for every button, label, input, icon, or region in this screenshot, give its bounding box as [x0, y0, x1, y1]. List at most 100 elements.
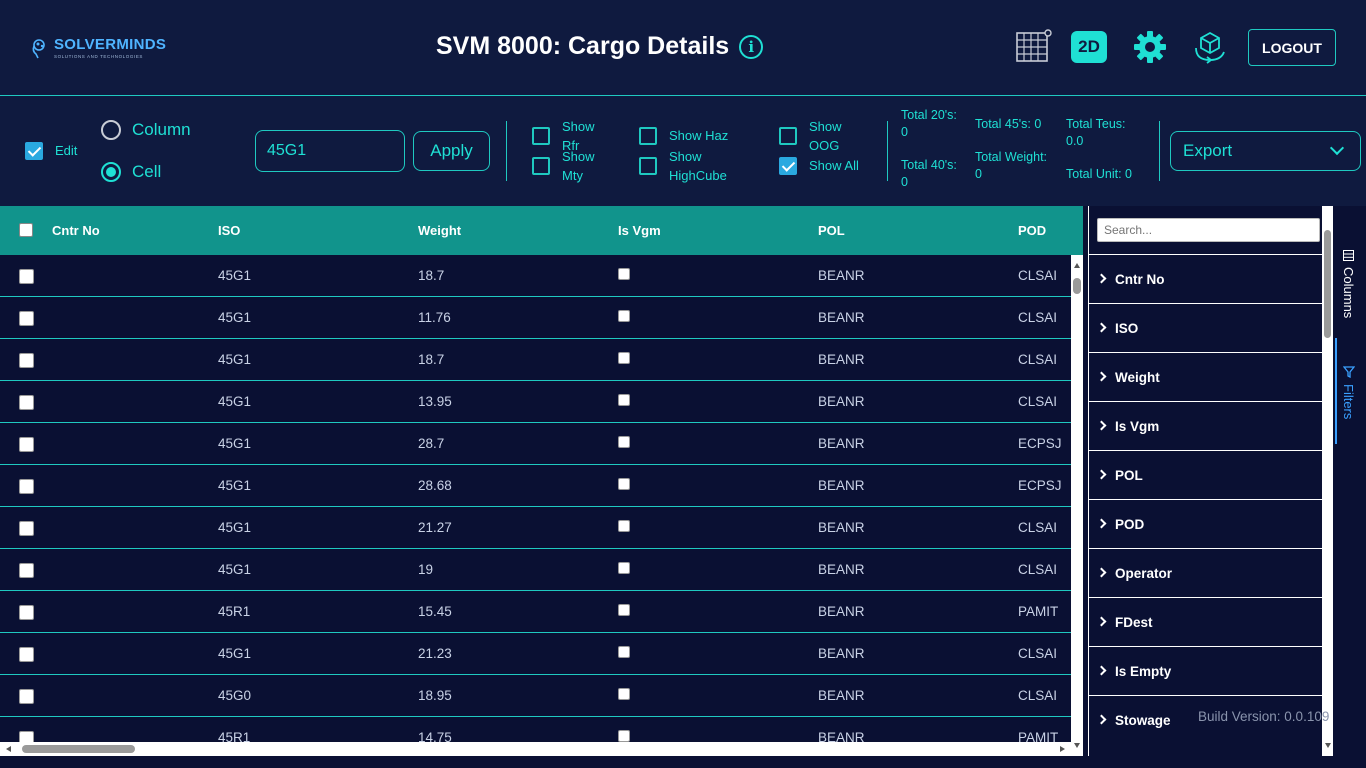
cell-pol[interactable]: BEANR	[818, 268, 865, 283]
filter-item[interactable]: Weight	[1089, 352, 1323, 401]
scroll-left-icon[interactable]	[6, 746, 11, 752]
table-row[interactable]: 45G1 11.76 BEANR CLSAI	[0, 297, 1071, 339]
row-select-checkbox[interactable]	[19, 605, 34, 620]
cell-weight[interactable]: 15.45	[418, 604, 452, 619]
cell-is-vgm-checkbox[interactable]	[618, 310, 630, 322]
row-select-checkbox[interactable]	[19, 395, 34, 410]
cell-weight[interactable]: 21.23	[418, 646, 452, 661]
filter-item[interactable]: Cntr No	[1089, 254, 1323, 303]
cell-weight[interactable]: 18.95	[418, 688, 452, 703]
cell-pod[interactable]: CLSAI	[1018, 268, 1057, 283]
row-select-checkbox[interactable]	[19, 269, 34, 284]
table-row[interactable]: 45G1 28.7 BEANR ECPSJ	[0, 423, 1071, 465]
grid-horizontal-scrollbar[interactable]	[0, 742, 1071, 756]
table-row[interactable]: 45G1 28.68 BEANR ECPSJ	[0, 465, 1071, 507]
cell-pod[interactable]: CLSAI	[1018, 394, 1057, 409]
row-select-checkbox[interactable]	[19, 353, 34, 368]
table-row[interactable]: 45G0 18.95 BEANR CLSAI	[0, 675, 1071, 717]
cell-weight[interactable]: 28.68	[418, 478, 452, 493]
cell-pod[interactable]: CLSAI	[1018, 646, 1057, 661]
cell-is-vgm-checkbox[interactable]	[618, 520, 630, 532]
cell-pol[interactable]: BEANR	[818, 310, 865, 325]
cell-weight[interactable]: 11.76	[418, 310, 451, 325]
scroll-thumb[interactable]	[1324, 230, 1331, 338]
grid-vertical-scrollbar[interactable]	[1071, 255, 1083, 756]
logout-button[interactable]: LOGOUT	[1248, 29, 1336, 66]
show-all-checkbox[interactable]	[779, 157, 797, 175]
table-row[interactable]: 45G1 18.7 BEANR CLSAI	[0, 255, 1071, 297]
cell-pol[interactable]: BEANR	[818, 604, 865, 619]
cell-is-vgm-checkbox[interactable]	[618, 352, 630, 364]
tab-columns[interactable]: Columns	[1341, 250, 1356, 318]
cell-is-vgm-checkbox[interactable]	[618, 730, 630, 742]
cell-pol[interactable]: BEANR	[818, 562, 865, 577]
table-row[interactable]: 45G1 21.27 BEANR CLSAI	[0, 507, 1071, 549]
filter-item[interactable]: Is Empty	[1089, 646, 1323, 695]
cell-pol[interactable]: BEANR	[818, 352, 865, 367]
scroll-thumb[interactable]	[1073, 278, 1081, 294]
table-row[interactable]: 45G1 13.95 BEANR CLSAI	[0, 381, 1071, 423]
cell-iso[interactable]: 45G1	[218, 352, 251, 367]
table-row[interactable]: 45G1 19 BEANR CLSAI	[0, 549, 1071, 591]
show-highcube-checkbox[interactable]	[639, 157, 657, 175]
edit-checkbox[interactable]	[25, 142, 43, 160]
cell-iso[interactable]: 45G1	[218, 562, 251, 577]
cell-is-vgm-checkbox[interactable]	[618, 688, 630, 700]
cell-iso[interactable]: 45R1	[218, 604, 250, 619]
cell-pol[interactable]: BEANR	[818, 688, 865, 703]
iso-filter-input[interactable]	[255, 130, 405, 172]
filter-item[interactable]: Operator	[1089, 548, 1323, 597]
column-radio[interactable]	[101, 120, 121, 140]
col-header-iso[interactable]: ISO	[218, 223, 240, 238]
scroll-thumb[interactable]	[22, 745, 135, 753]
cell-pod[interactable]: CLSAI	[1018, 352, 1057, 367]
cell-is-vgm-checkbox[interactable]	[618, 394, 630, 406]
cell-weight[interactable]: 18.7	[418, 268, 444, 283]
tab-filters[interactable]: Filters	[1341, 366, 1356, 419]
col-header-weight[interactable]: Weight	[418, 223, 461, 238]
filter-item[interactable]: Is Vgm	[1089, 401, 1323, 450]
table-row[interactable]: 45G1 21.23 BEANR CLSAI	[0, 633, 1071, 675]
row-select-checkbox[interactable]	[19, 647, 34, 662]
filter-item[interactable]: POD	[1089, 499, 1323, 548]
filter-item[interactable]: POL	[1089, 450, 1323, 499]
cell-weight[interactable]: 19	[418, 562, 433, 577]
show-oog-checkbox[interactable]	[779, 127, 797, 145]
cell-weight[interactable]: 13.95	[418, 394, 452, 409]
cell-pol[interactable]: BEANR	[818, 520, 865, 535]
cell-is-vgm-checkbox[interactable]	[618, 646, 630, 658]
col-header-pol[interactable]: POL	[818, 223, 845, 238]
grid-view-icon[interactable]	[1014, 28, 1052, 66]
scroll-up-icon[interactable]	[1074, 263, 1080, 268]
cell-pod[interactable]: CLSAI	[1018, 562, 1057, 577]
info-icon[interactable]: i	[739, 34, 764, 59]
cell-is-vgm-checkbox[interactable]	[618, 562, 630, 574]
cell-iso[interactable]: 45G1	[218, 436, 251, 451]
cell-weight[interactable]: 21.27	[418, 520, 452, 535]
cell-is-vgm-checkbox[interactable]	[618, 478, 630, 490]
cell-iso[interactable]: 45G1	[218, 646, 251, 661]
view-2d-icon[interactable]: 2D	[1070, 28, 1108, 66]
table-row[interactable]: 45G1 18.7 BEANR CLSAI	[0, 339, 1071, 381]
col-header-cntr-no[interactable]: Cntr No	[52, 223, 100, 238]
view-3d-cube-icon[interactable]	[1191, 28, 1229, 66]
settings-gear-icon[interactable]	[1131, 28, 1169, 66]
row-select-checkbox[interactable]	[19, 689, 34, 704]
filter-item[interactable]: ISO	[1089, 303, 1323, 352]
export-dropdown[interactable]: Export	[1170, 131, 1361, 171]
select-all-checkbox[interactable]	[19, 223, 33, 237]
cell-pol[interactable]: BEANR	[818, 478, 865, 493]
cell-pol[interactable]: BEANR	[818, 436, 865, 451]
row-select-checkbox[interactable]	[19, 311, 34, 326]
cell-iso[interactable]: 45G1	[218, 520, 251, 535]
cell-pod[interactable]: CLSAI	[1018, 310, 1057, 325]
filter-item[interactable]: FDest	[1089, 597, 1323, 646]
cell-weight[interactable]: 18.7	[418, 352, 444, 367]
filter-search-input[interactable]	[1097, 218, 1320, 242]
scroll-down-icon[interactable]	[1325, 743, 1331, 748]
scroll-down-icon[interactable]	[1074, 743, 1080, 748]
cell-pod[interactable]: CLSAI	[1018, 520, 1057, 535]
cell-iso[interactable]: 45G1	[218, 478, 251, 493]
cell-pol[interactable]: BEANR	[818, 394, 865, 409]
cell-iso[interactable]: 45G1	[218, 268, 251, 283]
